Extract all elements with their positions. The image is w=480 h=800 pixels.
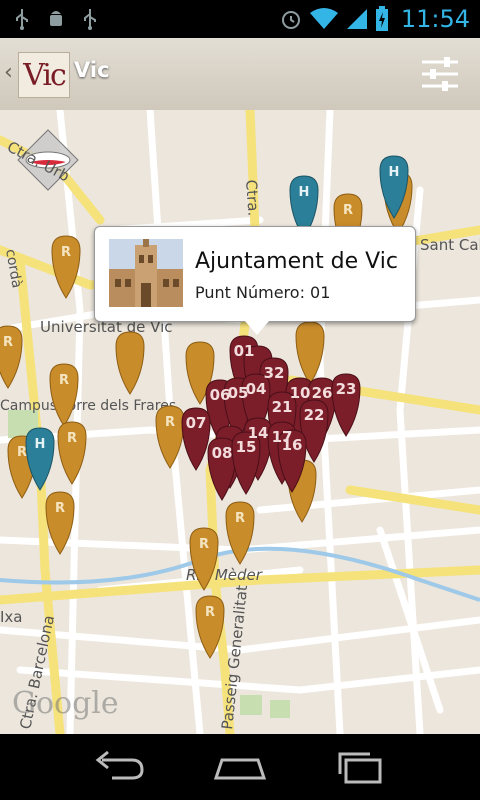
up-caret-icon[interactable]: ‹ <box>4 60 13 85</box>
svg-text:R: R <box>61 245 71 260</box>
poi-thumbnail <box>109 239 183 307</box>
svg-text:R: R <box>235 511 245 526</box>
svg-text:R: R <box>343 203 353 218</box>
wifi-icon <box>309 8 338 29</box>
marker-label: 15 <box>236 438 257 456</box>
marker-label: 23 <box>336 380 357 398</box>
home-button[interactable] <box>210 746 270 786</box>
marker-label: 21 <box>272 398 293 416</box>
page-title: Vic <box>74 58 110 82</box>
svg-text:R: R <box>165 415 175 430</box>
marker-label: 10 <box>290 384 311 402</box>
filter-settings-button[interactable] <box>420 54 460 94</box>
back-button[interactable] <box>90 746 150 786</box>
svg-text:R: R <box>67 431 77 446</box>
android-debug-icon <box>50 11 62 26</box>
svg-text:R: R <box>55 501 65 516</box>
status-bar: 11:54 <box>0 0 480 38</box>
info-window-pointer <box>245 321 269 335</box>
alarm-icon <box>281 11 300 29</box>
svg-text:R: R <box>17 445 27 460</box>
app-logo[interactable]: Vic <box>18 52 70 98</box>
map-label-ctra-top: Ctra. <box>242 179 263 217</box>
svg-text:R: R <box>59 373 69 388</box>
notification-icons <box>14 8 98 30</box>
svg-text:R: R <box>205 605 215 620</box>
marker-label: 22 <box>304 406 325 424</box>
usb-icon <box>84 9 96 30</box>
svg-text:R: R <box>3 335 13 350</box>
marker-info-window[interactable]: Ajuntament de Vic Punt Número: 01 <box>94 226 416 335</box>
google-logo: Google <box>12 686 119 721</box>
restaurant-marker <box>115 331 145 395</box>
marker-label: 04 <box>246 380 267 398</box>
usb-icon <box>16 9 28 30</box>
map-label-ixa: Ixa <box>0 608 23 626</box>
system-icons: 11:54 <box>279 5 470 33</box>
signal-icon <box>346 9 367 29</box>
map-label-cat: Sant Cal <box>420 236 480 254</box>
svg-text:R: R <box>199 537 209 552</box>
info-window-subtitle: Punt Número: 01 <box>195 283 331 302</box>
svg-text:H: H <box>299 185 310 200</box>
marker-label: 16 <box>282 436 303 454</box>
logo-text: Vic <box>23 57 67 93</box>
marker-label: 26 <box>312 384 333 402</box>
svg-text:H: H <box>389 165 400 180</box>
action-bar: ‹ Vic Vic <box>0 38 480 111</box>
map-canvas[interactable]: Universitat de Vic Campus Torre dels Fra… <box>0 110 480 734</box>
svg-text:H: H <box>35 437 46 452</box>
info-window-title: Ajuntament de Vic <box>195 249 398 274</box>
navigation-bar <box>0 734 480 800</box>
marker-label: 32 <box>264 364 285 382</box>
marker-label: 01 <box>234 342 255 360</box>
map-label-campus: Campus Torre dels Frares <box>0 398 176 414</box>
battery-charging-icon <box>375 6 388 31</box>
clock: 11:54 <box>400 5 470 33</box>
marker-label: 08 <box>212 444 233 462</box>
recents-button[interactable] <box>330 746 390 786</box>
map-view[interactable]: Universitat de Vic Campus Torre dels Fra… <box>0 110 480 734</box>
marker-label: 07 <box>186 414 207 432</box>
